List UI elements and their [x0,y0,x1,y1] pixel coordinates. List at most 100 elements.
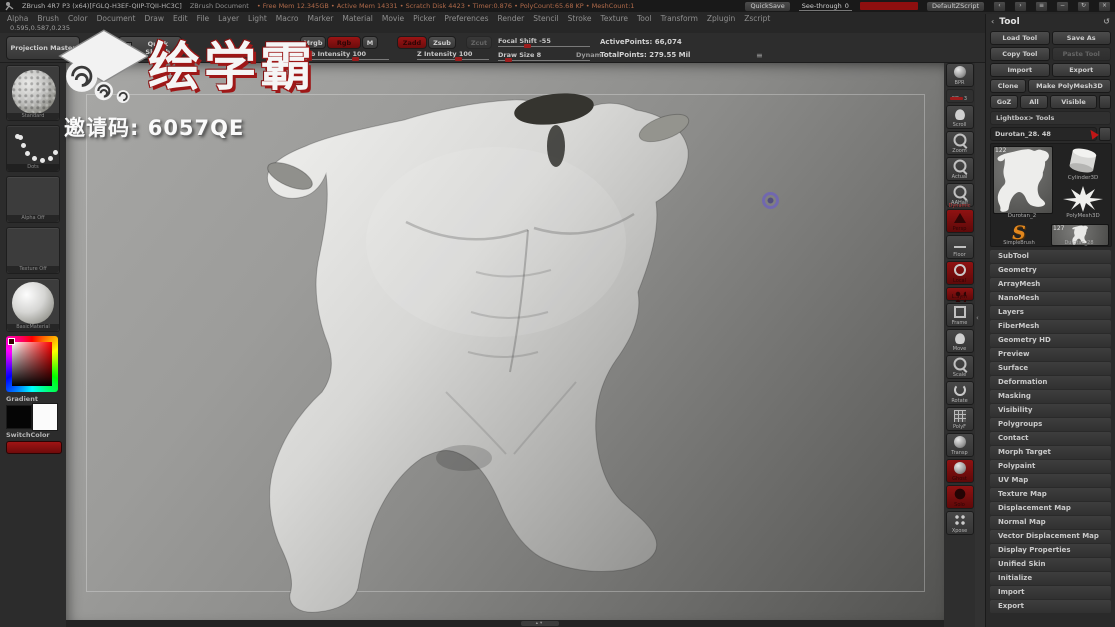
subpalette-item[interactable]: Import [990,586,1111,599]
subpalette-item[interactable]: Morph Target [990,446,1111,459]
right-shelf-button[interactable]: Floor [946,235,974,259]
subpalette-item[interactable]: Unified Skin [990,558,1111,571]
close-icon[interactable]: × [1098,1,1111,12]
menus-icon[interactable]: ≡ [1035,1,1048,12]
menu-item[interactable]: Preferences [444,14,488,23]
prev-ui-icon[interactable]: ‹ [993,1,1006,12]
right-shelf-button[interactable]: BPR [946,63,974,87]
subpalette-item[interactable]: Vector Displacement Map [990,530,1111,543]
switch-color-label[interactable]: SwitchColor [6,431,66,439]
zcut-button[interactable]: Zcut [466,36,492,49]
subpalette-item[interactable]: Export [990,600,1111,613]
subpalette-item[interactable]: ArrayMesh [990,278,1111,291]
menu-item[interactable]: Edit [173,14,188,23]
current-texture-thumbnail[interactable]: Texture Off [6,227,60,274]
bottom-tray-handle[interactable]: ▴▾ [521,621,559,626]
subpalette-item[interactable]: UV Map [990,474,1111,487]
rgb-intensity-handle[interactable] [352,57,359,61]
subpalette-item[interactable]: Visibility [990,404,1111,417]
color-picker[interactable] [6,336,58,392]
goz-r-toggle[interactable] [1099,95,1111,109]
menu-item[interactable]: Movie [382,14,404,23]
gradient-label[interactable]: Gradient [6,395,66,403]
menu-item[interactable]: Light [248,14,267,23]
menu-item[interactable]: Stroke [568,14,592,23]
active-tool-thumbnail[interactable]: 122 [993,146,1053,214]
right-shelf-button[interactable]: Xpose [946,511,974,535]
right-tray-divider[interactable]: ‹ [975,14,985,627]
subpalette-item[interactable]: Preview [990,348,1111,361]
projection-master-button[interactable]: Projection Master [6,36,80,60]
secondary-color-swatch[interactable] [32,403,58,431]
zadd-button[interactable]: Zadd [397,36,427,49]
subpalette-item[interactable]: Polypaint [990,460,1111,473]
goz-all-button[interactable]: All [1020,95,1048,109]
subpalette-item[interactable]: Surface [990,362,1111,375]
subpalette-item[interactable]: Display Properties [990,544,1111,557]
subpalette-item[interactable]: SubTool [990,250,1111,263]
copy-tool-button[interactable]: Copy Tool [990,47,1050,61]
goz-visible-button[interactable]: Visible [1050,95,1097,109]
subpalette-item[interactable]: Polygroups [990,418,1111,431]
main-color-swatch[interactable] [6,405,32,429]
current-brush-thumbnail[interactable]: Standard [6,65,60,121]
quick-sketch-button[interactable]: Quick Sketch [118,36,182,60]
right-shelf-button[interactable]: Actual [946,157,974,181]
menu-item[interactable]: Zplugin [707,14,735,23]
menu-item[interactable]: File [197,14,210,23]
restore-icon[interactable]: ↻ [1077,1,1090,12]
menu-item[interactable]: Stencil [533,14,558,23]
current-tool-slider[interactable]: Durotan_28. 48 [990,127,1097,141]
document-canvas[interactable] [66,62,944,620]
right-shelf-button[interactable]: Transp [946,433,974,457]
red-indicator-button[interactable] [6,441,62,454]
subpalette-item[interactable]: NanoMesh [990,292,1111,305]
collapse-panel-icon[interactable]: ‹ [991,17,994,26]
right-shelf-button[interactable]: Scroll [946,105,974,129]
menu-item[interactable]: Marker [307,14,333,23]
draw-size-handle[interactable] [505,58,512,62]
right-shelf-button[interactable]: Scale [946,355,974,379]
subpalette-item[interactable]: Displacement Map [990,502,1111,515]
panel-refresh-icon[interactable]: ↺ [1103,17,1110,26]
subpalette-item[interactable]: Geometry [990,264,1111,277]
menu-item[interactable]: Macro [276,14,299,23]
cylinder3d-thumbnail[interactable] [1063,146,1103,174]
menu-item[interactable]: Color [68,14,88,23]
load-tool-button[interactable]: Load Tool [990,31,1050,45]
right-shelf-button[interactable]: Solo [946,485,974,509]
default-zscript-button[interactable]: DefaultZScript [926,1,985,12]
current-alpha-thumbnail[interactable]: Alpha Off [6,176,60,223]
subpalette-item[interactable]: Geometry HD [990,334,1111,347]
right-shelf-button[interactable]: Rotate [946,381,974,405]
subpalette-item[interactable]: Initialize [990,572,1111,585]
menu-item[interactable]: Picker [413,14,435,23]
subpalette-item[interactable]: Masking [990,390,1111,403]
right-shelf-button[interactable]: L.Sym [946,287,974,301]
right-shelf-button[interactable]: Ghost [946,459,974,483]
menu-item[interactable]: Brush [37,14,59,23]
subpalette-item[interactable]: Normal Map [990,516,1111,529]
right-shelf-button[interactable]: SPix 3 [946,89,974,103]
subpalette-item[interactable]: FiberMesh [990,320,1111,333]
see-through-slider[interactable]: See-through 0 [799,1,852,11]
m-button[interactable]: M [362,36,378,49]
subpalette-item[interactable]: Contact [990,432,1111,445]
paste-tool-button[interactable]: Paste Tool [1052,47,1112,61]
right-shelf-button[interactable]: Zoom [946,131,974,155]
right-shelf-button[interactable]: Move [946,329,974,353]
polymesh3d-thumbnail[interactable] [1063,186,1103,212]
make-polymesh3d-button[interactable]: Make PolyMesh3D [1028,79,1111,93]
subpalette-item[interactable]: Deformation [990,376,1111,389]
menu-item[interactable]: Layer [218,14,239,23]
import-button[interactable]: Import [990,63,1050,77]
export-button[interactable]: Export [1052,63,1112,77]
focal-shift-handle[interactable] [524,44,531,48]
next-ui-icon[interactable]: › [1014,1,1027,12]
menu-item[interactable]: Tool [637,14,652,23]
z-intensity-slider[interactable]: Z Intensity 100 [417,50,472,58]
right-shelf-button[interactable]: Frame [946,303,974,327]
menu-item[interactable]: Material [342,14,372,23]
quicksave-button[interactable]: QuickSave [744,1,790,12]
menu-item[interactable]: Zscript [744,14,770,23]
